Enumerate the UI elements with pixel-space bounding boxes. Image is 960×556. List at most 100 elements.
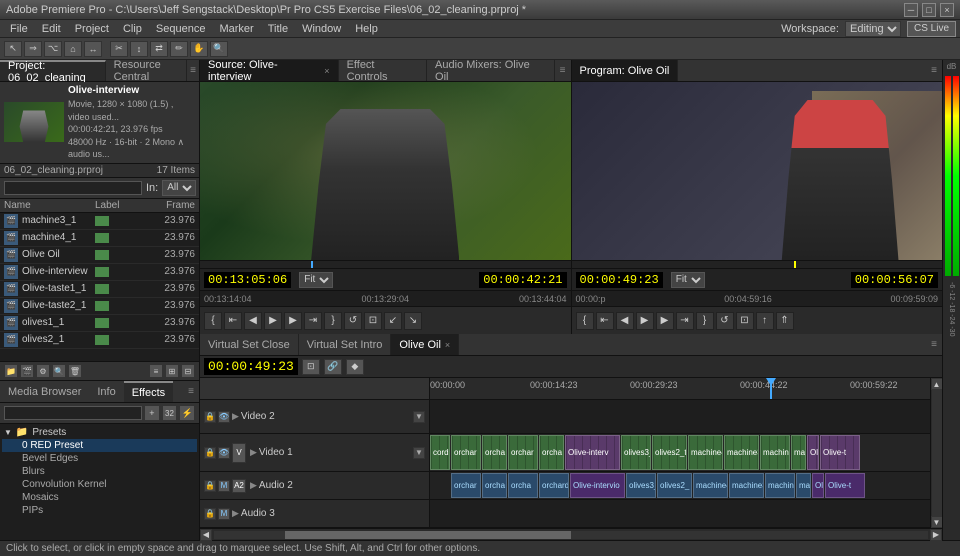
audio-clip[interactable]: orchar — [451, 473, 481, 498]
tab-project[interactable]: Project: 06_02_cleaning — [0, 60, 106, 81]
tl-markers-button[interactable]: ◆ — [346, 359, 364, 375]
file-item[interactable]: 🎬 olives2_1 23.976 — [0, 332, 199, 349]
menu-marker[interactable]: Marker — [213, 21, 259, 37]
file-list[interactable]: Name Label Frame 🎬 machine3_1 23.976 🎬 m… — [0, 199, 199, 361]
program-panel-menu[interactable]: ≡ — [926, 63, 942, 79]
program-timecode-in[interactable]: 00:00:49:23 — [576, 272, 663, 288]
tool-rate[interactable]: ↔ — [84, 41, 102, 57]
video1-vis[interactable]: 👁 — [218, 447, 230, 459]
search-in-select[interactable]: All — [162, 180, 196, 196]
tab-program[interactable]: Program: Olive Oil — [572, 60, 679, 81]
program-mark-in[interactable]: { — [576, 312, 594, 330]
tab-olive-oil-timeline[interactable]: Olive Oil × — [391, 334, 459, 355]
program-timecode-out[interactable]: 00:00:56:07 — [851, 272, 938, 288]
freeform-view-button[interactable]: ⊟ — [181, 364, 195, 378]
source-safe[interactable]: ⊡ — [364, 312, 382, 330]
timeline-clip[interactable]: Oli — [807, 435, 819, 470]
source-overwrite[interactable]: ↘ — [404, 312, 422, 330]
close-button[interactable]: × — [940, 3, 954, 17]
tool-selection[interactable]: ↖ — [4, 41, 22, 57]
tab-virtual-set-close[interactable]: Virtual Set Close — [200, 334, 299, 355]
audio-clip[interactable]: machine4_ — [693, 473, 728, 498]
program-fit-select[interactable]: Fit — [671, 272, 705, 288]
tab-audio-mixer[interactable]: Audio Mixers: Olive Oil — [427, 60, 555, 81]
accel-button[interactable]: ⚡ — [179, 405, 195, 421]
file-item[interactable]: 🎬 Olive-interview 23.976 — [0, 264, 199, 281]
source-go-out[interactable]: ⇥ — [304, 312, 322, 330]
menu-sequence[interactable]: Sequence — [150, 21, 212, 37]
file-item[interactable]: 🎬 olives1_1 23.976 — [0, 315, 199, 332]
source-fit-select[interactable]: Fit — [299, 272, 333, 288]
audio-clip[interactable]: Oliv — [812, 473, 824, 498]
effect-item-red-preset[interactable]: 0 RED Preset — [2, 439, 197, 452]
audio-clip[interactable]: Olive-t — [825, 473, 865, 498]
hscroll-right[interactable]: ▶ — [930, 529, 942, 541]
program-mark-out[interactable]: } — [696, 312, 714, 330]
audio-clip[interactable]: Olive-intervio — [570, 473, 625, 498]
program-go-in[interactable]: ⇤ — [596, 312, 614, 330]
timeline-clip[interactable]: Olive-t — [820, 435, 860, 470]
effect-item-blurs[interactable]: Blurs — [2, 465, 197, 478]
program-step-fwd[interactable]: ▶ — [656, 312, 674, 330]
tool-ripple[interactable]: ⌥ — [44, 41, 62, 57]
effect-item-bevel-edges[interactable]: Bevel Edges — [2, 452, 197, 465]
program-step-back[interactable]: ◀ — [616, 312, 634, 330]
file-item[interactable]: 🎬 Olive-taste1_1 23.976 — [0, 281, 199, 298]
source-timecode-out[interactable]: 00:00:42:21 — [479, 272, 566, 288]
source-timecode-in[interactable]: 00:13:05:06 — [204, 272, 291, 288]
menu-help[interactable]: Help — [349, 21, 384, 37]
tool-rolling[interactable]: ⌂ — [64, 41, 82, 57]
timeline-clip[interactable]: olives2_t — [652, 435, 687, 470]
audio-clip[interactable]: orcha — [508, 473, 538, 498]
audio3-expander[interactable]: ▶ — [232, 508, 239, 519]
tool-hand[interactable]: ✋ — [190, 41, 208, 57]
program-loop[interactable]: ↺ — [716, 312, 734, 330]
source-play[interactable]: ▶ — [264, 312, 282, 330]
file-item[interactable]: 🎬 machine4_1 23.976 — [0, 230, 199, 247]
search-input[interactable] — [4, 181, 142, 195]
timeline-clip[interactable]: machine1 — [760, 435, 790, 470]
effects-group-presets-header[interactable]: ▼ 📁 Presets — [2, 426, 197, 439]
audio-clip[interactable]: machiz — [796, 473, 811, 498]
audio3-lock[interactable]: 🔒 — [204, 508, 216, 520]
effects-menu-button[interactable]: ≡ — [183, 384, 199, 400]
effect-item-pips[interactable]: PIPs — [2, 504, 197, 517]
32bit-button[interactable]: 32 — [162, 405, 178, 421]
hscroll-thumb[interactable] — [285, 531, 571, 539]
audio2-sync-indicator[interactable]: A2 — [232, 479, 246, 493]
program-extract[interactable]: ⇑ — [776, 312, 794, 330]
file-item[interactable]: 🎬 machine3_1 23.976 — [0, 213, 199, 230]
timeline-clip[interactable]: mac — [791, 435, 806, 470]
delete-button[interactable]: 🗑 — [68, 364, 82, 378]
effects-search-input[interactable] — [4, 406, 142, 420]
workspace-select[interactable]: Editing — [845, 21, 901, 37]
source-tab-close[interactable]: × — [324, 66, 329, 76]
video1-expander[interactable]: ▶ — [250, 447, 257, 458]
timeline-clip[interactable]: Olive-interv — [565, 435, 620, 470]
source-loop[interactable]: ↺ — [344, 312, 362, 330]
video2-expander[interactable]: ▶ — [232, 411, 239, 422]
video2-lock[interactable]: 🔒 — [204, 411, 216, 423]
tool-slip[interactable]: ↕ — [130, 41, 148, 57]
timeline-current-timecode[interactable]: 00:00:49:23 — [204, 358, 298, 375]
tab-virtual-set-intro[interactable]: Virtual Set Intro — [299, 334, 392, 355]
timeline-clip[interactable]: olives3_ — [621, 435, 651, 470]
minimize-button[interactable]: ─ — [904, 3, 918, 17]
audio-clip[interactable]: machine3_ — [729, 473, 764, 498]
timeline-clip[interactable]: cord — [430, 435, 450, 470]
cs-live-button[interactable]: CS Live — [907, 21, 956, 37]
source-step-back[interactable]: ◀ — [244, 312, 262, 330]
audio-clip[interactable]: olives3_ — [626, 473, 656, 498]
vscroll-down[interactable]: ▼ — [931, 516, 943, 528]
program-safe[interactable]: ⊡ — [736, 312, 754, 330]
timeline-panel-menu[interactable]: ≡ — [926, 337, 942, 353]
menu-project[interactable]: Project — [69, 21, 115, 37]
menu-edit[interactable]: Edit — [36, 21, 67, 37]
tool-zoom[interactable]: 🔍 — [210, 41, 228, 57]
audio3-vis[interactable]: M — [218, 508, 230, 520]
list-view-button[interactable]: ≡ — [149, 364, 163, 378]
tl-snap-button[interactable]: ⊡ — [302, 359, 320, 375]
new-item-button[interactable]: 🎬 — [20, 364, 34, 378]
tool-razor[interactable]: ✂ — [110, 41, 128, 57]
new-custom-bin-button[interactable]: + — [144, 405, 160, 421]
